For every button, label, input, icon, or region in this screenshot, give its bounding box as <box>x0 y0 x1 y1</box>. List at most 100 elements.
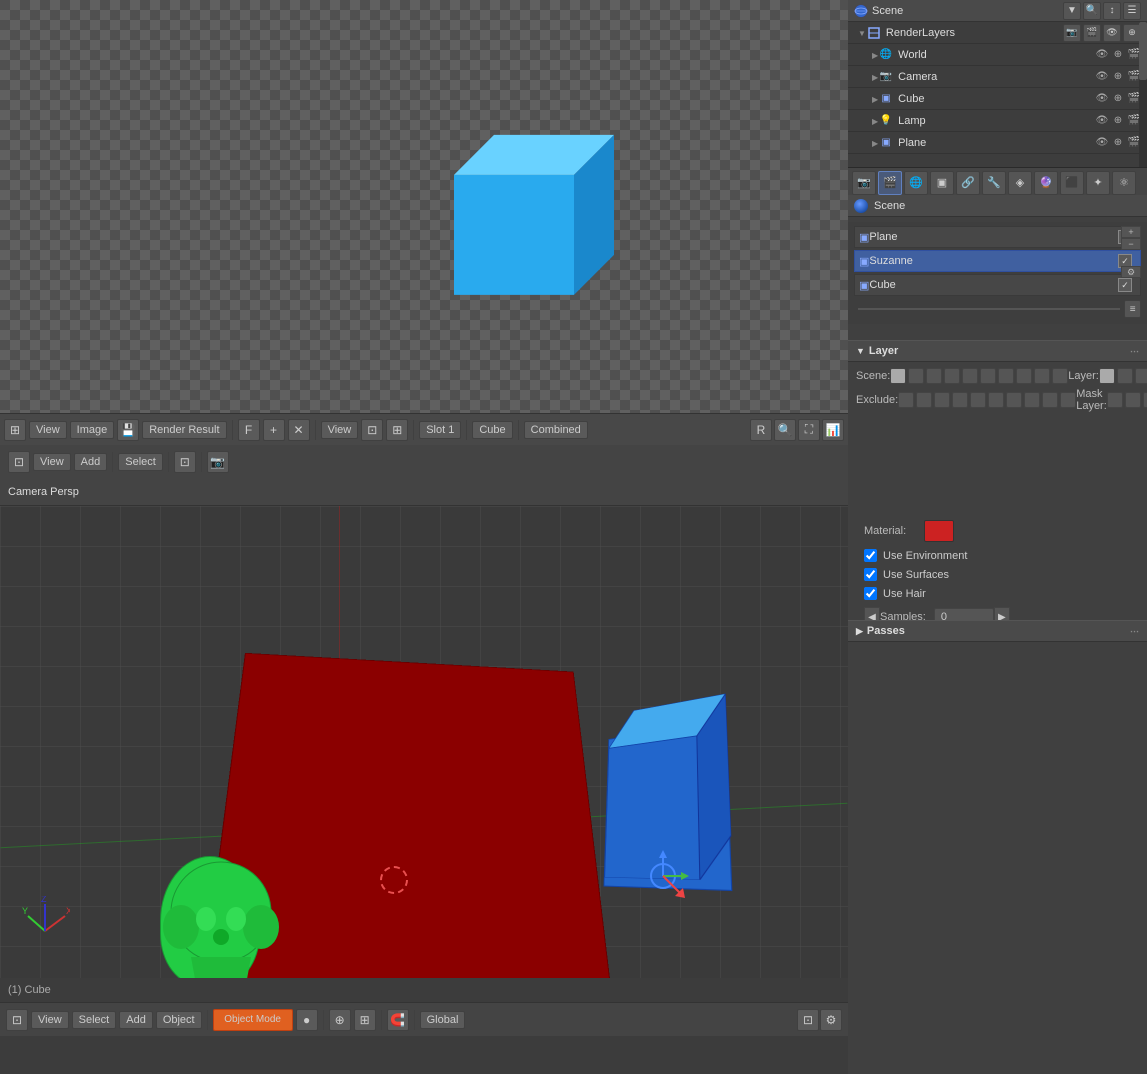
scene-dot-7[interactable] <box>998 368 1014 384</box>
object-mode-btn[interactable]: Object Mode <box>213 1009 293 1031</box>
layer-dot-3[interactable] <box>1135 368 1147 384</box>
zoom-icon[interactable]: 🔍 <box>774 419 796 441</box>
manipulator-icon[interactable]: ⊞ <box>354 1009 376 1031</box>
global-btn[interactable]: Global <box>420 1011 466 1029</box>
particle-prop-icon[interactable]: ✦ <box>1086 171 1110 195</box>
rl-settings-btn[interactable]: ⚙ <box>1121 266 1141 278</box>
slot-btn[interactable]: Slot 1 <box>419 421 461 439</box>
outliner-search-icon[interactable]: 🔍 <box>1083 2 1101 20</box>
scene-dot-2[interactable] <box>908 368 924 384</box>
lamp-cursor-icon[interactable]: ⊕ <box>1111 114 1125 128</box>
scene-prop-icon[interactable]: 🎬 <box>878 171 902 195</box>
view-menu-btn[interactable]: View <box>29 421 67 439</box>
cube-eye-icon[interactable]: 👁 <box>1095 92 1109 106</box>
rl-render-icon[interactable]: 🎬 <box>1083 24 1101 42</box>
exclude-dot-3[interactable] <box>934 392 950 408</box>
outliner-item-plane[interactable]: ▣ Plane 👁 ⊕ 🎬 <box>848 132 1147 154</box>
outliner-item-camera[interactable]: 📷 Camera 👁 ⊕ 🎬 <box>848 66 1147 88</box>
exclude-dot-2[interactable] <box>916 392 932 408</box>
outliner-filter-icon[interactable]: ▼ <box>1063 2 1081 20</box>
exclude-dot-10[interactable] <box>1060 392 1076 408</box>
outliner-sync-icon[interactable]: ↕ <box>1103 2 1121 20</box>
camera-eye-icon[interactable]: 👁 <box>1095 70 1109 84</box>
outliner-extra-icon[interactable]: ☰ <box>1123 2 1141 20</box>
scene-dot-5[interactable] <box>962 368 978 384</box>
use-surfaces-checkbox[interactable] <box>864 568 877 581</box>
material-prop-icon[interactable]: 🔮 <box>1034 171 1058 195</box>
rl-row-suzanne[interactable]: ▣ Suzanne ✓ <box>854 250 1141 272</box>
vp-monkey-object[interactable] <box>160 856 260 986</box>
layer-menu-icon[interactable]: ⋯ <box>1130 346 1139 357</box>
vp-select-btn2[interactable]: Select <box>72 1011 117 1029</box>
outliner-scrollbar[interactable] <box>1139 22 1147 167</box>
vp-add-btn[interactable]: Add <box>74 453 108 471</box>
render-result-btn[interactable]: Render Result <box>142 421 226 439</box>
vp-icon[interactable]: ⊡ <box>8 451 30 473</box>
pivot-icon[interactable]: ⊕ <box>329 1009 351 1031</box>
scene-dot-1[interactable] <box>890 368 906 384</box>
camera-cursor-icon[interactable]: ⊕ <box>1111 70 1125 84</box>
view-icon2[interactable]: ⊡ <box>361 419 383 441</box>
render-prop-icon[interactable]: 📷 <box>852 171 876 195</box>
rl-cube-check[interactable]: ✓ <box>1118 278 1132 292</box>
shading-solid-btn[interactable]: ● <box>296 1009 318 1031</box>
vp-object-btn[interactable]: Object <box>156 1011 202 1029</box>
rl-equalizer-icon[interactable]: ≡ <box>1124 300 1141 318</box>
add-render-btn[interactable]: + <box>263 419 285 441</box>
world-prop-icon[interactable]: 🌐 <box>904 171 928 195</box>
world-eye-icon[interactable]: 👁 <box>1095 48 1109 62</box>
exclude-dot-4[interactable] <box>952 392 968 408</box>
crop-icon[interactable]: ⛶ <box>798 419 820 441</box>
vp-add-btn2[interactable]: Add <box>119 1011 153 1029</box>
material-swatch[interactable] <box>924 520 954 542</box>
channels-icon[interactable]: R <box>750 419 772 441</box>
vp-view-btn2[interactable]: View <box>31 1011 69 1029</box>
texture-prop-icon[interactable]: ⬛ <box>1060 171 1084 195</box>
layer-dot-1[interactable] <box>1099 368 1115 384</box>
scene-dot-9[interactable] <box>1034 368 1050 384</box>
outliner-item-renderlayers[interactable]: RenderLayers 📷 🎬 👁 ⊕ <box>848 22 1147 44</box>
outliner-item-lamp[interactable]: 💡 Lamp 👁 ⊕ 🎬 <box>848 110 1147 132</box>
constraint-prop-icon[interactable]: 🔗 <box>956 171 980 195</box>
object-prop-icon[interactable]: ▣ <box>930 171 954 195</box>
cube-cursor-icon[interactable]: ⊕ <box>1111 92 1125 106</box>
rl-row-cube[interactable]: ▣ Cube ✓ <box>854 274 1141 296</box>
world-cursor-icon[interactable]: ⊕ <box>1111 48 1125 62</box>
histogram-icon[interactable]: 📊 <box>822 419 844 441</box>
exclude-dot-7[interactable] <box>1006 392 1022 408</box>
combined-btn[interactable]: Combined <box>524 421 588 439</box>
exclude-dot-6[interactable] <box>988 392 1004 408</box>
outliner-item-cube[interactable]: ▣ Cube 👁 ⊕ 🎬 <box>848 88 1147 110</box>
fullscreen-icon[interactable]: ⊞ <box>386 419 408 441</box>
plane-eye-icon[interactable]: 👁 <box>1095 136 1109 150</box>
physics-prop-icon[interactable]: ⚛ <box>1112 171 1136 195</box>
image-menu-btn[interactable]: Image <box>70 421 115 439</box>
object-filter-btn[interactable]: Cube <box>472 421 512 439</box>
exclude-dot-9[interactable] <box>1042 392 1058 408</box>
scene-dot-4[interactable] <box>944 368 960 384</box>
modifier-prop-icon[interactable]: 🔧 <box>982 171 1006 195</box>
vp-icon2[interactable]: ⊡ <box>6 1009 28 1031</box>
vp-camera-icon[interactable]: 📷 <box>207 451 229 473</box>
layer-visibility-icon[interactable]: ⊡ <box>797 1009 819 1031</box>
mask-dot-1[interactable] <box>1107 392 1123 408</box>
rl-row-plane[interactable]: ▣ Plane ✓ <box>854 226 1141 248</box>
layer-dot-2[interactable] <box>1117 368 1133 384</box>
scene-dot-3[interactable] <box>926 368 942 384</box>
outliner-item-world[interactable]: 🌐 World 👁 ⊕ 🎬 <box>848 44 1147 66</box>
render-mode-icon[interactable]: ⊞ <box>4 419 26 441</box>
view-btn2[interactable]: View <box>321 421 359 439</box>
remove-render-btn[interactable]: ✕ <box>288 419 310 441</box>
data-prop-icon[interactable]: ◈ <box>1008 171 1032 195</box>
vp-select-btn[interactable]: Select <box>118 453 163 471</box>
scene-dot-10[interactable] <box>1052 368 1068 384</box>
properties-icon[interactable]: ⚙ <box>820 1009 842 1031</box>
vp-view-btn[interactable]: View <box>33 453 71 471</box>
passes-menu-icon[interactable]: ⋯ <box>1130 626 1139 637</box>
use-hair-checkbox[interactable] <box>864 587 877 600</box>
rl-add-btn[interactable]: + <box>1121 226 1141 238</box>
save-icon[interactable]: 💾 <box>117 419 139 441</box>
rl-camera-icon[interactable]: 📷 <box>1063 24 1081 42</box>
lamp-eye-icon[interactable]: 👁 <box>1095 114 1109 128</box>
exclude-dot-8[interactable] <box>1024 392 1040 408</box>
